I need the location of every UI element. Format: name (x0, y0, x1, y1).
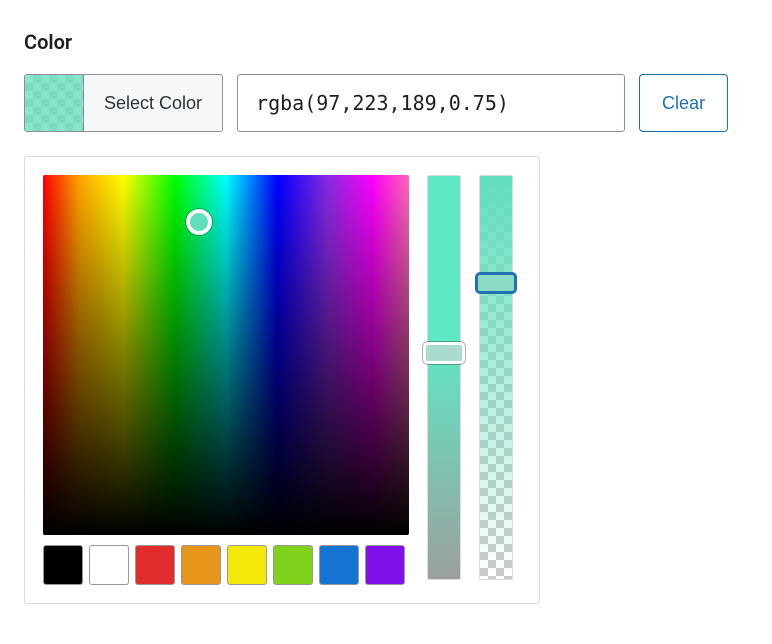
preset-swatch-red[interactable] (135, 545, 175, 585)
preset-swatch-black[interactable] (43, 545, 83, 585)
saturation-picker[interactable] (43, 175, 409, 535)
color-swatch-preview (25, 75, 83, 131)
preset-swatch-green[interactable] (273, 545, 313, 585)
clear-button[interactable]: Clear (639, 74, 728, 132)
swatch-select-group: Select Color (24, 74, 223, 132)
color-picker-panel (24, 156, 540, 604)
color-input-row: Select Color Clear (24, 74, 748, 132)
alpha-slider[interactable] (479, 175, 513, 580)
slider-column (427, 175, 513, 585)
saturation-picker-handle[interactable] (186, 209, 212, 235)
preset-swatch-white[interactable] (89, 545, 129, 585)
color-value-input[interactable] (237, 74, 625, 132)
preset-swatch-purple[interactable] (365, 545, 405, 585)
alpha-slider-handle[interactable] (475, 272, 517, 294)
select-color-button[interactable]: Select Color (83, 75, 222, 131)
preset-swatch-orange[interactable] (181, 545, 221, 585)
preset-swatch-row (43, 545, 409, 585)
preset-swatch-yellow[interactable] (227, 545, 267, 585)
picker-left-column (43, 175, 409, 585)
lightness-slider[interactable] (427, 175, 461, 580)
preset-swatch-blue[interactable] (319, 545, 359, 585)
lightness-slider-handle[interactable] (423, 342, 465, 364)
color-section-title: Color (24, 30, 748, 54)
